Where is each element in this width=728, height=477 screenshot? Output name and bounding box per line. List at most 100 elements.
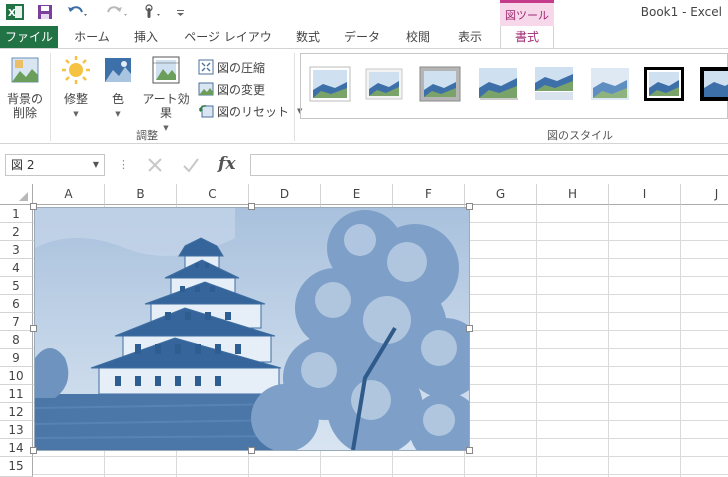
picture-tools-context-group: 図ツール	[500, 0, 554, 26]
change-picture-button[interactable]: 図の変更	[198, 79, 265, 99]
row-header-3[interactable]: 3	[0, 241, 33, 259]
gridline	[33, 456, 728, 457]
column-header-h[interactable]: H	[537, 184, 609, 205]
row-header-6[interactable]: 6	[0, 295, 33, 313]
row-header-9[interactable]: 9	[0, 349, 33, 367]
row-header-2[interactable]: 2	[0, 223, 33, 241]
gridline	[608, 205, 609, 477]
excel-logo-icon[interactable]: X	[6, 3, 24, 21]
picture-style-reflected[interactable]	[533, 66, 575, 102]
remove-background-icon	[11, 57, 39, 83]
tab-insert[interactable]: 挿入	[126, 26, 166, 48]
column-header-i[interactable]: I	[609, 184, 681, 205]
redo-icon[interactable]	[106, 3, 128, 21]
name-box[interactable]: 図 2 ▼	[5, 154, 105, 176]
remove-background-label-1: 背景の	[6, 92, 43, 106]
column-header-j[interactable]: J	[681, 184, 728, 205]
tab-format[interactable]: 書式	[500, 26, 554, 49]
column-header-f[interactable]: F	[393, 184, 465, 205]
tab-formulas[interactable]: 数式	[288, 26, 328, 48]
touch-mode-icon[interactable]	[142, 3, 164, 21]
picture-style-metal-frame[interactable]	[419, 66, 461, 102]
insert-function-icon[interactable]: fx	[218, 154, 235, 174]
tab-data[interactable]: データ	[338, 26, 386, 48]
remove-background-button[interactable]: 背景の 削除	[4, 55, 46, 120]
row-header-15[interactable]: 15	[0, 457, 33, 477]
picture-style-beveled-matte[interactable]	[363, 66, 405, 102]
column-header-g[interactable]: G	[465, 184, 537, 205]
tab-review[interactable]: 校閲	[398, 26, 438, 48]
row-header-11[interactable]: 11	[0, 385, 33, 403]
corrections-label: 修整	[63, 92, 88, 106]
row-header-8[interactable]: 8	[0, 331, 33, 349]
corrections-sun-icon	[62, 56, 90, 84]
customize-qat-icon[interactable]	[176, 3, 186, 21]
gridline	[536, 205, 537, 477]
reset-picture-icon	[199, 105, 214, 118]
picture-styles-group-label: 図のスタイル	[547, 129, 613, 142]
row-header-14[interactable]: 14	[0, 439, 33, 457]
ribbon: 背景の 削除 修整 ▼ 色 ▼ アート効果 ▼ 図の圧縮 図の変更 図のリセット…	[0, 48, 728, 144]
row-header-7[interactable]: 7	[0, 313, 33, 331]
picture-style-drop-shadow[interactable]	[477, 66, 519, 102]
inserted-picture[interactable]	[34, 207, 485, 464]
row-header-1[interactable]: 1	[0, 205, 33, 223]
column-header-d[interactable]: D	[249, 184, 321, 205]
select-all-corner[interactable]	[0, 184, 33, 205]
formula-input[interactable]	[250, 154, 728, 176]
compress-pictures-button[interactable]: 図の圧縮	[198, 57, 265, 77]
picture-style-soft-edge[interactable]	[589, 66, 631, 102]
resize-handle-bottom-left[interactable]	[30, 447, 37, 454]
picture-style-thick-black[interactable]	[699, 66, 728, 102]
row-header-12[interactable]: 12	[0, 403, 33, 421]
corrections-button[interactable]: 修整 ▼	[56, 55, 96, 121]
color-label: 色	[111, 92, 124, 106]
save-icon[interactable]	[37, 3, 53, 21]
resize-handle-bottom-right[interactable]	[466, 447, 473, 454]
chevron-down-icon: ▼	[73, 110, 79, 118]
ribbon-tabs: ファイル ホーム 挿入 ページ レイアウト 数式 データ 校閲 表示 書式	[0, 26, 728, 66]
column-header-e[interactable]: E	[321, 184, 393, 205]
tab-file[interactable]: ファイル	[0, 26, 58, 48]
change-picture-label: 図の変更	[217, 82, 266, 97]
group-separator	[50, 53, 51, 141]
formula-bar: 図 2 ▼ ⋮ fx	[0, 150, 728, 180]
reset-picture-button[interactable]: 図のリセット ▼	[198, 101, 302, 121]
formula-bar-grip-icon[interactable]: ⋮	[118, 158, 129, 171]
resize-handle-left[interactable]	[30, 325, 37, 332]
tab-view[interactable]: 表示	[450, 26, 490, 48]
reset-picture-label: 図のリセット	[217, 104, 290, 119]
artistic-effects-icon	[152, 56, 180, 84]
compress-pictures-label: 図の圧縮	[217, 60, 266, 75]
group-separator	[294, 53, 295, 141]
tab-home[interactable]: ホーム	[70, 26, 114, 48]
enter-check-icon[interactable]	[180, 154, 202, 179]
color-icon	[105, 58, 131, 82]
row-header-5[interactable]: 5	[0, 277, 33, 295]
resize-handle-bottom[interactable]	[248, 447, 255, 454]
column-header-c[interactable]: C	[177, 184, 249, 205]
row-header-4[interactable]: 4	[0, 259, 33, 277]
worksheet-grid[interactable]: A B C D E F G H I J 1 2 3 4 5 6 7 8 9 10…	[0, 184, 728, 477]
resize-handle-right[interactable]	[466, 325, 473, 332]
row-header-13[interactable]: 13	[0, 421, 33, 439]
resize-handle-top[interactable]	[248, 203, 255, 210]
window-title: Book1 - Excel	[640, 5, 722, 19]
picture-tools-label: 図ツール	[505, 9, 549, 22]
column-header-b[interactable]: B	[105, 184, 177, 205]
resize-handle-top-right[interactable]	[466, 203, 473, 210]
change-picture-icon	[198, 82, 214, 96]
resize-handle-top-left[interactable]	[30, 203, 37, 210]
tab-page-layout[interactable]: ページ レイアウト	[180, 26, 276, 66]
cancel-icon[interactable]	[144, 154, 166, 179]
gridline	[680, 205, 681, 477]
gridline	[33, 474, 728, 475]
row-header-10[interactable]: 10	[0, 367, 33, 385]
column-header-a[interactable]: A	[33, 184, 105, 205]
picture-style-simple-frame-white[interactable]	[309, 66, 351, 102]
color-button[interactable]: 色 ▼	[102, 55, 134, 121]
chevron-down-icon[interactable]: ▼	[93, 155, 99, 175]
picture-style-double-frame-black[interactable]	[643, 66, 685, 102]
artistic-effects-button[interactable]: アート効果 ▼	[138, 55, 194, 135]
undo-icon[interactable]	[66, 3, 88, 21]
